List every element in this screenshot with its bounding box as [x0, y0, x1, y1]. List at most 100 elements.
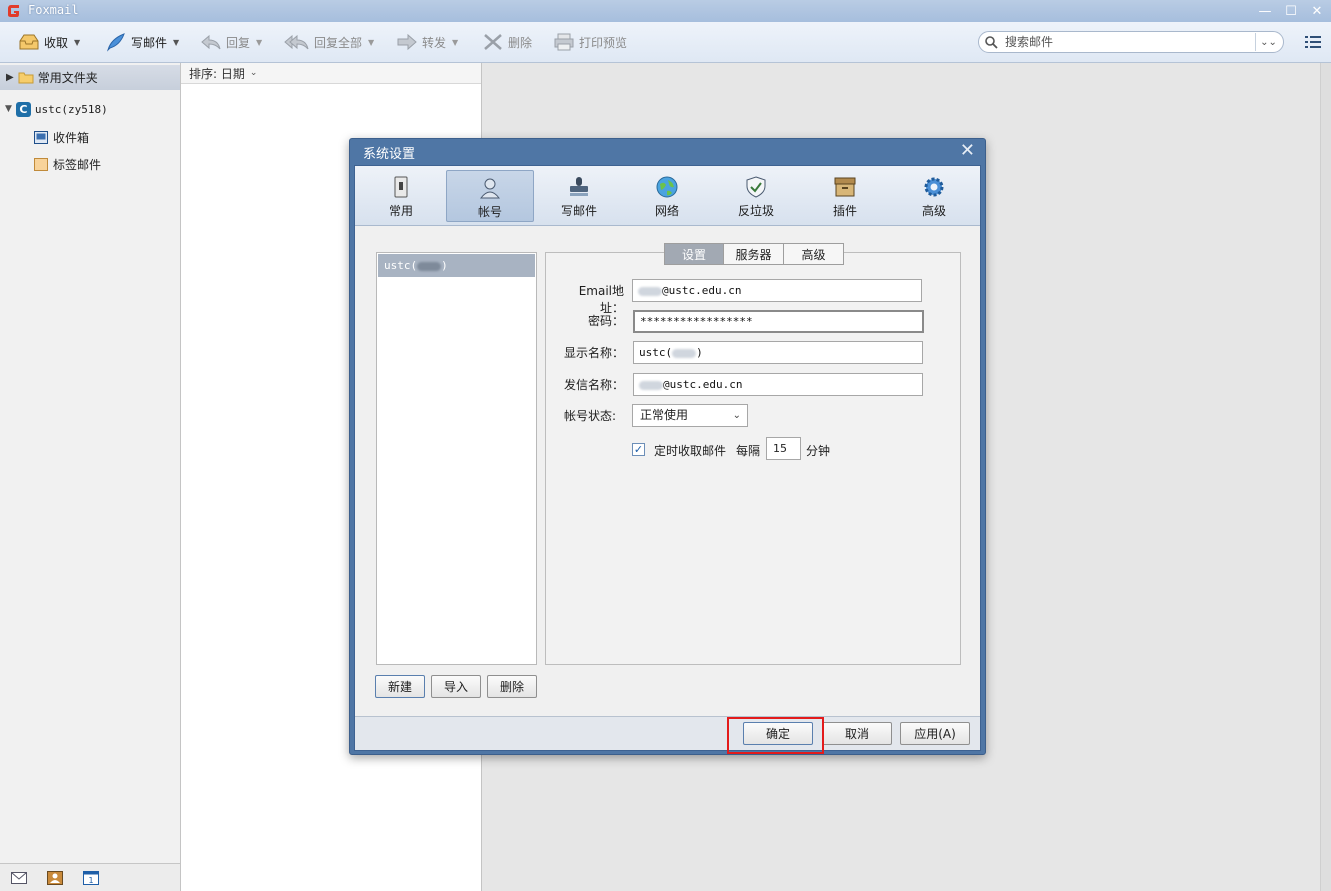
ok-button-highlight [727, 717, 824, 754]
delete-button[interactable]: 删除 [482, 30, 532, 54]
globe-icon [656, 176, 678, 198]
receive-dropdown-icon[interactable]: ▼ [74, 38, 80, 47]
app-title: Foxmail [28, 3, 79, 17]
gear-icon [924, 177, 944, 197]
tab-settings[interactable]: 设置 [664, 243, 724, 265]
close-window-button[interactable]: ✕ [1307, 2, 1327, 20]
quill-icon [107, 33, 125, 52]
dialog-body: 常用 帐号 写邮件 网络 反垃圾 插件 高级 ustc() 设置 服务器 高级… [354, 165, 981, 751]
delete-account-button[interactable]: 删除 [487, 675, 537, 698]
search-options-chevron-icon[interactable]: ⌄⌄ [1255, 33, 1281, 51]
tab-server[interactable]: 服务器 [724, 243, 784, 265]
dialog-title: 系统设置 [363, 147, 416, 162]
account-settings-panel: 设置 服务器 高级 Email地址： @ustc.edu.cn 密码： ****… [545, 243, 961, 665]
foxmail-logo-icon [8, 5, 19, 17]
mail-view-icon[interactable] [11, 871, 27, 885]
favorites-label: 常用文件夹 [37, 71, 98, 85]
dialog-close-icon[interactable]: ✕ [960, 142, 975, 160]
interval-input[interactable]: 15 [766, 437, 801, 460]
category-label: 网络 [654, 204, 679, 218]
stamp-icon [570, 177, 588, 196]
forward-label: 转发 [422, 35, 447, 50]
folder-sidebar: ▶ 常用文件夹 ▼ C ustc(zy518) 收件箱 标签邮件 1 [0, 63, 181, 891]
reply-button[interactable]: 回复 ▼ [200, 30, 262, 54]
sender-name-label: 发信名称： [563, 378, 624, 392]
sort-selector[interactable]: 排序: 日期 ⌄ [181, 63, 481, 84]
reply-arrow-icon [201, 34, 221, 50]
category-label: 常用 [388, 204, 413, 218]
email-field[interactable]: @ustc.edu.cn [632, 279, 922, 302]
reply-all-button[interactable]: 回复全部 ▼ [284, 30, 374, 54]
right-edge-panel [1320, 63, 1331, 891]
shield-icon [746, 176, 766, 198]
svg-text:1: 1 [88, 876, 93, 885]
cancel-button[interactable]: 取消 [822, 722, 892, 745]
main-menu-icon[interactable] [1305, 35, 1321, 49]
display-name-label: 显示名称： [563, 346, 624, 360]
auto-fetch-checkbox[interactable]: ✓ [632, 443, 645, 456]
contacts-icon[interactable] [47, 871, 63, 885]
expand-arrow-icon[interactable]: ▶ [6, 72, 14, 83]
forward-button[interactable]: 转发 ▼ [396, 30, 458, 54]
sidebar-item-flagged[interactable]: 标签邮件 [34, 154, 101, 174]
receive-button[interactable]: 收取 ▼ [18, 30, 80, 54]
printer-icon [554, 33, 574, 51]
import-account-button[interactable]: 导入 [431, 675, 481, 698]
account-status-select[interactable]: 正常使用 ⌄ [632, 404, 748, 427]
category-general[interactable]: 常用 [357, 170, 445, 222]
redacted-text [672, 348, 697, 358]
auto-fetch-label: 定时收取邮件 [654, 444, 727, 458]
calendar-icon[interactable]: 1 [83, 871, 99, 885]
settings-dialog: 系统设置 ✕ 常用 帐号 写邮件 网络 反垃圾 插件 高级 ustc() 设置… [349, 138, 986, 755]
category-network[interactable]: 网络 [623, 170, 711, 222]
new-account-button[interactable]: 新建 [375, 675, 425, 698]
scissors-delete-icon [484, 34, 502, 50]
account-status-value: 正常使用 [640, 408, 689, 422]
flagged-label: 标签邮件 [53, 157, 102, 172]
compose-button[interactable]: 写邮件 ▼ [105, 30, 179, 54]
interval-label: 每隔 [736, 444, 761, 458]
switch-icon [394, 176, 408, 198]
tab-advanced[interactable]: 高级 [784, 243, 844, 265]
category-label: 帐号 [477, 205, 502, 219]
print-preview-button[interactable]: 打印预览 [553, 30, 627, 54]
account-status-label: 帐号状态: [563, 409, 616, 423]
display-name-field[interactable]: ustc() [633, 341, 923, 364]
category-advanced[interactable]: 高级 [890, 170, 978, 222]
account-label: ustc(zy518) [34, 102, 108, 116]
category-label: 插件 [832, 204, 857, 218]
search-input[interactable] [1005, 34, 1231, 50]
redacted-text [638, 286, 662, 296]
collapse-arrow-icon[interactable]: ▼ [5, 104, 12, 114]
reply-dropdown-icon[interactable]: ▼ [256, 38, 262, 47]
sender-name-field[interactable]: @ustc.edu.cn [633, 373, 923, 396]
category-compose[interactable]: 写邮件 [535, 170, 623, 222]
apply-button[interactable]: 应用(A) [900, 722, 970, 745]
reply-all-label: 回复全部 [314, 35, 363, 50]
reply-all-dropdown-icon[interactable]: ▼ [368, 38, 374, 47]
forward-arrow-icon [397, 33, 417, 51]
dialog-footer: 确定 取消 应用(A) [355, 716, 980, 750]
favorites-folder-header[interactable]: ▶ 常用文件夹 [0, 65, 180, 90]
account-badge-icon: C [15, 101, 31, 117]
password-field[interactable]: ***************** [633, 310, 924, 333]
account-node[interactable]: ▼ C ustc(zy518) [0, 99, 108, 119]
sidebar-item-inbox[interactable]: 收件箱 [34, 127, 89, 147]
redacted-text [417, 261, 442, 271]
print-preview-label: 打印预览 [579, 35, 628, 50]
account-list: ustc() [376, 252, 537, 665]
minimize-button[interactable]: — [1255, 2, 1275, 20]
category-antispam[interactable]: 反垃圾 [712, 170, 800, 222]
compose-dropdown-icon[interactable]: ▼ [173, 38, 179, 47]
category-plugins[interactable]: 插件 [801, 170, 889, 222]
tag-folder-icon [34, 157, 48, 171]
category-account[interactable]: 帐号 [446, 170, 534, 222]
user-icon [479, 178, 501, 199]
inbox-label: 收件箱 [53, 130, 90, 145]
account-list-item[interactable]: ustc() [378, 254, 535, 277]
sort-chevron-down-icon[interactable]: ⌄ [250, 68, 258, 78]
maximize-button[interactable]: ☐ [1281, 2, 1301, 20]
redacted-text [639, 380, 663, 390]
forward-dropdown-icon[interactable]: ▼ [452, 38, 458, 47]
search-box[interactable]: ⌄⌄ [978, 31, 1284, 53]
